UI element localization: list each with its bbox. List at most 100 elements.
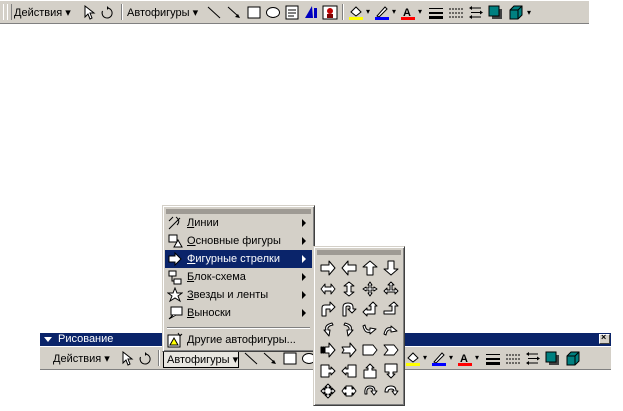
close-button[interactable]: × bbox=[599, 332, 610, 344]
wordart-icon[interactable] bbox=[303, 5, 319, 20]
line-color-icon[interactable] bbox=[374, 5, 390, 20]
up-arrow-callout-icon[interactable] bbox=[360, 362, 380, 381]
line-style-icon[interactable] bbox=[428, 5, 444, 20]
rectangle-icon[interactable] bbox=[282, 351, 298, 366]
toolbar-separator bbox=[342, 4, 344, 20]
close-icon: × bbox=[601, 332, 607, 342]
menu-item-lines[interactable]: Линии bbox=[165, 214, 312, 232]
actions-button[interactable]: Действия ▾ bbox=[14, 6, 71, 19]
u-turn-arrow-icon[interactable] bbox=[339, 300, 359, 319]
curved-arrow-icon[interactable] bbox=[381, 382, 401, 401]
menu-item-basic-shapes[interactable]: Основные фигуры bbox=[165, 232, 312, 250]
line-color-dropdown[interactable]: ▾ bbox=[449, 353, 453, 362]
line-style-icon[interactable] bbox=[485, 351, 501, 366]
menu-separator bbox=[167, 327, 310, 329]
dash-style-icon[interactable] bbox=[505, 351, 521, 366]
clipart-icon[interactable] bbox=[322, 5, 338, 20]
left-right-arrow-callout-icon[interactable] bbox=[339, 382, 359, 401]
line-icon[interactable] bbox=[243, 351, 259, 366]
menu-item-label: Фигурные стрелки bbox=[187, 253, 280, 265]
autoshapes-menu: Линии Основные фигуры Фигурные стрелки Б… bbox=[162, 205, 315, 352]
submenu-arrow-icon bbox=[302, 219, 306, 227]
up-down-arrow-icon[interactable] bbox=[339, 280, 359, 299]
curved-down-arrow-icon[interactable] bbox=[381, 321, 401, 340]
menu-item-label: Выноски bbox=[187, 307, 231, 319]
shadow-icon[interactable] bbox=[488, 5, 504, 20]
autoshapes-label: Автофигуры bbox=[167, 354, 230, 366]
fill-color-dropdown[interactable]: ▾ bbox=[423, 353, 427, 362]
bent-up-arrow-icon[interactable] bbox=[381, 300, 401, 319]
drawing-window-title: Рисование bbox=[58, 333, 114, 345]
3d-icon[interactable] bbox=[508, 5, 524, 20]
line-color-dropdown[interactable]: ▾ bbox=[392, 7, 396, 16]
stars-banners-icon bbox=[166, 286, 184, 303]
arrow-icon[interactable] bbox=[262, 351, 278, 366]
curved-right-arrow-icon[interactable] bbox=[318, 321, 338, 340]
fill-color-icon[interactable] bbox=[405, 351, 421, 366]
menu-item-label: Звезды и ленты bbox=[187, 289, 269, 301]
fill-color-icon[interactable] bbox=[348, 5, 364, 20]
line-color-icon[interactable] bbox=[431, 351, 447, 366]
menu-item-flowchart[interactable]: Блок-схема bbox=[165, 268, 312, 286]
quad-arrow-callout-icon[interactable] bbox=[318, 382, 338, 401]
menu-item-label: Основные фигуры bbox=[187, 235, 281, 247]
toolbar-options-dropdown[interactable]: ▾ bbox=[527, 8, 531, 17]
select-objects-icon[interactable] bbox=[80, 5, 96, 20]
menu-item-callouts[interactable]: Выноски bbox=[165, 304, 312, 322]
circular-arrow-icon[interactable] bbox=[360, 382, 380, 401]
3d-icon[interactable] bbox=[565, 351, 581, 366]
menu-item-label: Линии bbox=[187, 217, 219, 229]
right-arrow-icon[interactable] bbox=[318, 259, 338, 278]
left-right-arrow-icon[interactable] bbox=[318, 280, 338, 299]
up-arrow-icon[interactable] bbox=[360, 259, 380, 278]
down-arrow-callout-icon[interactable] bbox=[381, 362, 401, 381]
palette-drag-handle[interactable] bbox=[317, 250, 401, 255]
font-color-icon[interactable]: A bbox=[457, 351, 473, 366]
more-autoshapes-icon bbox=[167, 332, 183, 348]
quad-arrow-icon[interactable] bbox=[360, 280, 380, 299]
select-objects-icon[interactable] bbox=[118, 351, 134, 366]
menu-item-block-arrows[interactable]: Фигурные стрелки bbox=[165, 250, 312, 268]
lines-icon bbox=[167, 215, 183, 231]
menu-item-more-autoshapes[interactable]: Другие автофигуры... bbox=[165, 331, 312, 349]
rectangle-icon[interactable] bbox=[246, 5, 262, 20]
arrow-style-icon[interactable] bbox=[468, 5, 484, 20]
down-arrow-icon[interactable] bbox=[381, 259, 401, 278]
left-arrow-icon[interactable] bbox=[339, 259, 359, 278]
pentagon-icon[interactable] bbox=[360, 341, 380, 360]
chevron-icon[interactable] bbox=[381, 341, 401, 360]
autoshapes-button[interactable]: Автофигуры ▾ bbox=[127, 6, 198, 19]
window-menu-icon[interactable] bbox=[44, 337, 52, 342]
submenu-arrow-icon bbox=[302, 309, 306, 317]
notched-right-arrow-icon[interactable] bbox=[339, 341, 359, 360]
left-right-up-arrow-icon[interactable] bbox=[381, 280, 401, 299]
block-arrows-icon bbox=[167, 251, 183, 267]
font-color-dropdown[interactable]: ▾ bbox=[475, 353, 479, 362]
menu-item-label: Блок-схема bbox=[187, 271, 246, 283]
font-color-icon[interactable]: A bbox=[400, 5, 416, 20]
oval-icon[interactable] bbox=[265, 5, 281, 20]
bent-arrow-icon[interactable] bbox=[318, 300, 338, 319]
arrow-style-icon[interactable] bbox=[525, 351, 541, 366]
submenu-arrow-icon bbox=[302, 237, 306, 245]
curved-up-arrow-icon[interactable] bbox=[360, 321, 380, 340]
free-rotate-icon[interactable] bbox=[137, 351, 153, 366]
autoshapes-button[interactable]: Автофигуры ▾ bbox=[167, 353, 238, 366]
dash-style-icon[interactable] bbox=[448, 5, 464, 20]
font-color-dropdown[interactable]: ▾ bbox=[418, 7, 422, 16]
curved-left-arrow-icon[interactable] bbox=[339, 321, 359, 340]
right-arrow-callout-icon[interactable] bbox=[318, 362, 338, 381]
toolbar-grip[interactable] bbox=[7, 4, 12, 20]
left-up-arrow-icon[interactable] bbox=[360, 300, 380, 319]
striped-right-arrow-icon[interactable] bbox=[318, 341, 338, 360]
line-icon[interactable] bbox=[206, 5, 222, 20]
text-box-icon[interactable] bbox=[284, 5, 300, 20]
fill-color-dropdown[interactable]: ▾ bbox=[366, 7, 370, 16]
free-rotate-icon[interactable] bbox=[99, 5, 115, 20]
left-arrow-callout-icon[interactable] bbox=[339, 362, 359, 381]
actions-button[interactable]: Действия ▾ bbox=[53, 352, 110, 365]
shadow-icon[interactable] bbox=[545, 351, 561, 366]
submenu-arrow-icon bbox=[302, 273, 306, 281]
menu-item-stars-banners[interactable]: Звезды и ленты bbox=[165, 286, 312, 304]
arrow-icon[interactable] bbox=[226, 5, 242, 20]
